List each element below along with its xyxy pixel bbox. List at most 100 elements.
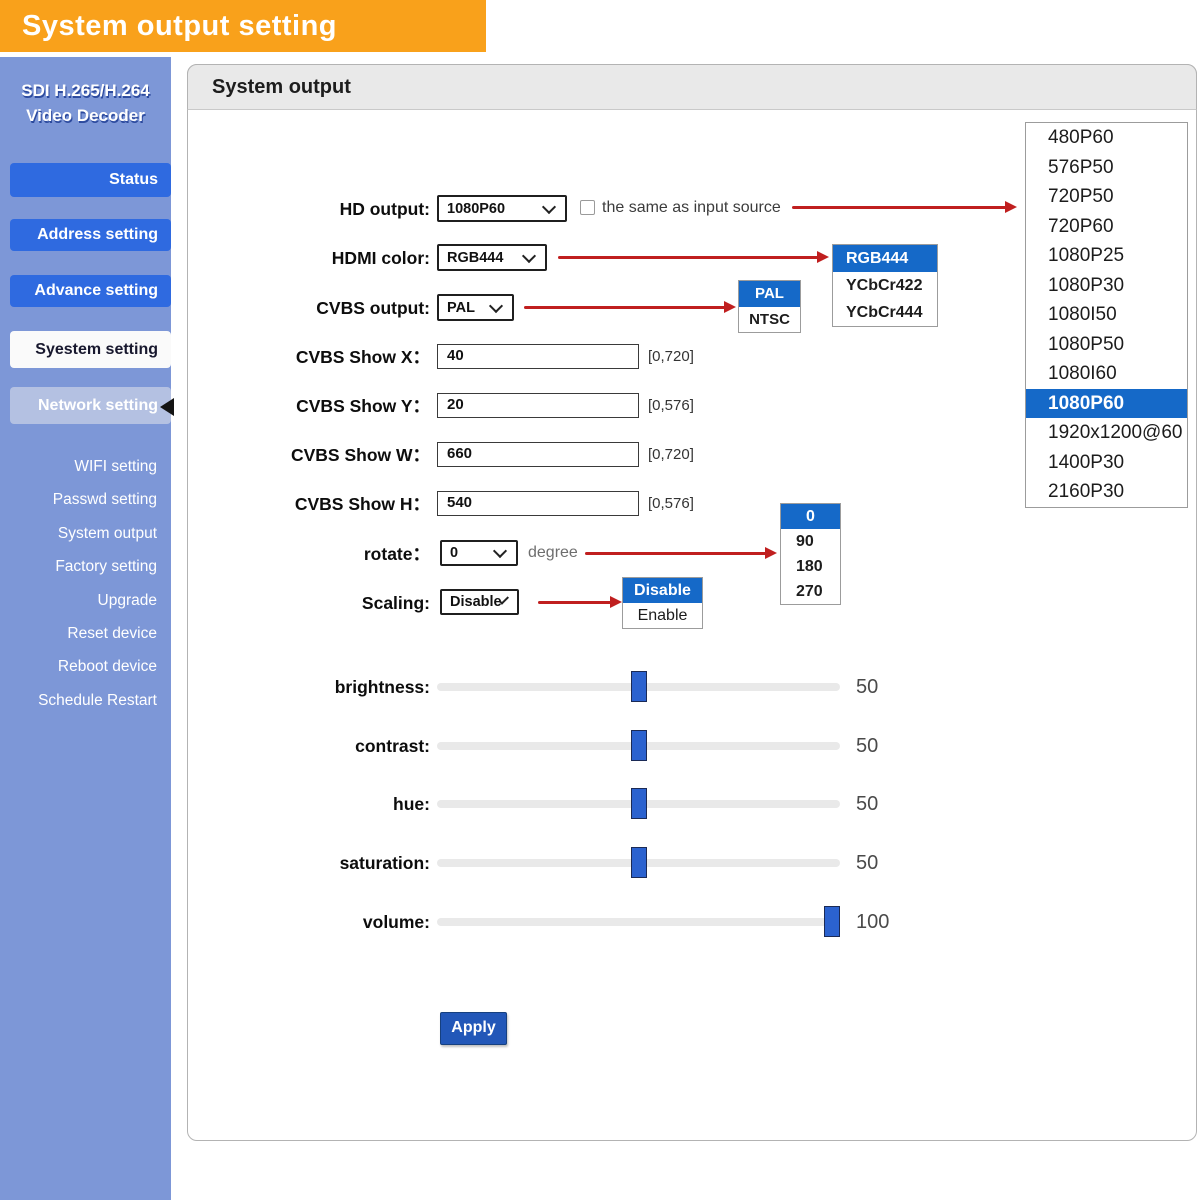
rotate-option[interactable]: 90: [781, 529, 840, 554]
sidebar-item-system-output[interactable]: System output: [0, 517, 157, 550]
cvbs-show-x-range: [0,720]: [648, 348, 694, 365]
sidebar-item-factory-setting[interactable]: Factory setting: [0, 550, 157, 583]
rotate-option[interactable]: 270: [781, 579, 840, 604]
sidebar-links: WIFI setting Passwd setting System outpu…: [0, 450, 157, 717]
contrast-slider-thumb[interactable]: [630, 730, 647, 761]
scaling-option-selected[interactable]: Disable: [623, 578, 702, 603]
cvbs-mode-option-selected[interactable]: PAL: [739, 281, 800, 307]
scaling-options-popup: Disable Enable: [622, 577, 703, 629]
hdmi-color-option[interactable]: YCbCr444: [833, 299, 937, 326]
hdmi-color-options-popup: RGB444 YCbCr422 YCbCr444: [832, 244, 938, 327]
same-as-input-label: the same as input source: [602, 199, 781, 216]
cvbs-show-w-range: [0,720]: [648, 446, 694, 463]
rotate-label: rotate：: [363, 544, 430, 564]
cvbs-show-x-input[interactable]: 40: [437, 344, 639, 369]
scaling-select[interactable]: Disable: [440, 589, 519, 615]
hdmi-color-select[interactable]: RGB444: [437, 244, 547, 271]
sidebar-item-schedule-restart[interactable]: Schedule Restart: [0, 684, 157, 717]
resolution-option[interactable]: 1080I60: [1026, 359, 1187, 389]
device-title-line1: SDI H.265/H.264: [21, 81, 150, 100]
brightness-slider-thumb[interactable]: [630, 671, 647, 702]
cvbs-show-w-label: CVBS Show W：: [290, 445, 430, 465]
resolution-option[interactable]: 1920x1200@60: [1026, 418, 1187, 448]
contrast-label: contrast:: [355, 736, 430, 756]
saturation-slider-thumb[interactable]: [630, 847, 647, 878]
scaling-arrow: [538, 596, 622, 608]
contrast-slider[interactable]: [437, 730, 840, 761]
sidebar-item-address-setting[interactable]: Address setting: [10, 219, 171, 251]
sidebar-item-wifi-setting[interactable]: WIFI setting: [0, 450, 157, 483]
rotate-select[interactable]: 0: [440, 540, 518, 566]
hue-value: 50: [856, 793, 879, 815]
resolution-option[interactable]: 1080I50: [1026, 300, 1187, 330]
resolution-options-popup: 480P60 576P50 720P50 720P60 1080P25 1080…: [1025, 122, 1188, 508]
apply-button[interactable]: Apply: [440, 1012, 507, 1045]
scaling-option[interactable]: Enable: [623, 603, 702, 628]
contrast-value: 50: [856, 735, 879, 757]
volume-slider[interactable]: [437, 906, 840, 937]
volume-slider-thumb[interactable]: [824, 906, 840, 937]
brightness-value: 50: [856, 676, 879, 698]
brightness-label: brightness:: [334, 677, 430, 697]
sidebar-item-upgrade[interactable]: Upgrade: [0, 584, 157, 617]
cvbs-show-w-input[interactable]: 660: [437, 442, 639, 467]
same-as-input-checkbox[interactable]: [580, 200, 595, 215]
scaling-label: Scaling:: [361, 593, 430, 613]
hdmi-color-option-selected[interactable]: RGB444: [833, 245, 937, 272]
hd-output-label: HD output:: [339, 199, 430, 219]
hue-slider[interactable]: [437, 788, 840, 819]
cvbs-mode-option[interactable]: NTSC: [739, 307, 800, 333]
chevron-down-icon: [521, 248, 537, 263]
sidebar-item-passwd-setting[interactable]: Passwd setting: [0, 483, 157, 516]
cvbs-show-x-label: CVBS Show X：: [295, 347, 430, 367]
rotate-option-selected[interactable]: 0: [781, 504, 840, 529]
cvbs-output-select[interactable]: PAL: [437, 294, 514, 321]
hdmi-color-arrow: [558, 251, 829, 263]
volume-label: volume:: [362, 912, 430, 932]
cvbs-output-arrow: [524, 301, 736, 313]
resolution-option[interactable]: 1400P30: [1026, 448, 1187, 478]
cursor-arrow-icon: [160, 398, 174, 416]
sidebar-item-system-setting[interactable]: Syestem setting: [10, 331, 171, 368]
rotate-arrow: [585, 547, 777, 559]
resolution-option[interactable]: 576P50: [1026, 153, 1187, 183]
chevron-down-icon: [488, 298, 504, 313]
panel-title: System output: [187, 64, 1197, 110]
rotate-options-popup: 0 90 180 270: [780, 503, 841, 605]
rotate-option[interactable]: 180: [781, 554, 840, 579]
resolution-option[interactable]: 480P60: [1026, 123, 1187, 153]
sidebar-item-network-setting[interactable]: Network setting: [10, 387, 171, 424]
saturation-value: 50: [856, 852, 879, 874]
hdmi-color-label: HDMI color:: [331, 248, 430, 268]
hd-output-select[interactable]: 1080P60: [437, 195, 567, 222]
cvbs-output-value: PAL: [447, 299, 475, 316]
saturation-slider[interactable]: [437, 847, 840, 878]
resolution-option[interactable]: 720P60: [1026, 212, 1187, 242]
sidebar-item-status[interactable]: Status: [10, 163, 171, 197]
sidebar-item-reboot-device[interactable]: Reboot device: [0, 650, 157, 683]
saturation-label: saturation:: [339, 853, 430, 873]
hdmi-color-option[interactable]: YCbCr422: [833, 272, 937, 299]
chevron-down-icon: [492, 543, 508, 559]
resolution-option[interactable]: 1080P50: [1026, 330, 1187, 360]
hd-output-value: 1080P60: [447, 200, 506, 217]
hdmi-color-value: RGB444: [447, 249, 504, 266]
resolution-option[interactable]: 720P50: [1026, 182, 1187, 212]
cvbs-output-label: CVBS output:: [316, 298, 430, 318]
sidebar-item-advance-setting[interactable]: Advance setting: [10, 275, 171, 307]
hue-slider-thumb[interactable]: [630, 788, 647, 819]
resolution-option-selected[interactable]: 1080P60: [1026, 388, 1187, 418]
device-title: SDI H.265/H.264 Video Decoder: [0, 78, 171, 128]
cvbs-show-y-label: CVBS Show Y：: [296, 396, 430, 416]
brightness-slider[interactable]: [437, 671, 840, 702]
rotate-value: 0: [450, 545, 459, 561]
resolution-option[interactable]: 1080P30: [1026, 271, 1187, 301]
cvbs-show-y-input[interactable]: 20: [437, 393, 639, 418]
page-title-banner: System output setting: [0, 0, 486, 52]
cvbs-show-y-range: [0,576]: [648, 397, 694, 414]
resolution-option[interactable]: 1080P25: [1026, 241, 1187, 271]
hd-output-arrow: [792, 201, 1017, 213]
resolution-option[interactable]: 2160P30: [1026, 477, 1187, 507]
sidebar-item-reset-device[interactable]: Reset device: [0, 617, 157, 650]
cvbs-show-h-input[interactable]: 540: [437, 491, 639, 516]
